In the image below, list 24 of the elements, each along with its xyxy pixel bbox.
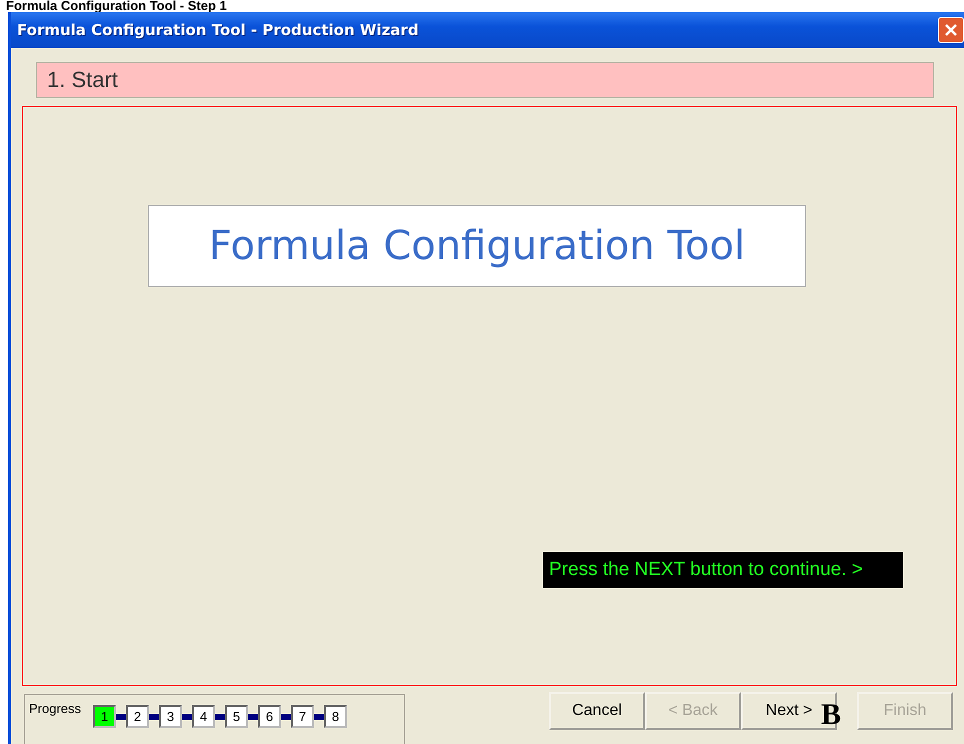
- step-connector: [314, 714, 324, 720]
- step-connector: [182, 714, 192, 720]
- step-header: 1. Start: [36, 62, 934, 98]
- progress-step: 5: [225, 705, 248, 728]
- page-caption: Formula Configuration Tool - Step 1: [5, 0, 228, 12]
- step-connector: [149, 714, 160, 720]
- progress-step: 8: [324, 705, 348, 728]
- wizard-button[interactable]: Cancel: [549, 692, 645, 730]
- progress-step: 2: [126, 705, 150, 728]
- progress-step: 6: [258, 705, 282, 728]
- hint-message: Press the NEXT button to continue. >: [543, 552, 903, 588]
- step-connector: [116, 714, 126, 720]
- progress-step: 7: [291, 705, 314, 728]
- window-title: Formula Configuration Tool - Production Wizard: [17, 20, 419, 39]
- close-button[interactable]: [938, 16, 964, 43]
- step-connector: [215, 714, 226, 720]
- progress-step: 4: [192, 705, 216, 728]
- progress-step: 3: [159, 705, 182, 728]
- step-connector: [248, 714, 258, 720]
- app-heading: Formula Configuration Tool: [148, 204, 806, 287]
- progress-step: 1: [93, 705, 116, 728]
- progress-label: Progress: [29, 701, 82, 716]
- close-icon: [944, 22, 958, 37]
- step-connector: [281, 714, 292, 720]
